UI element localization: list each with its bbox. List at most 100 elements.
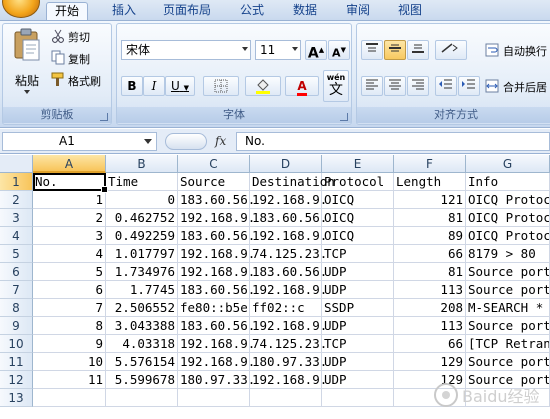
- shrink-font-button[interactable]: A▼: [328, 40, 350, 60]
- cell-destination[interactable]: 180.97.33.: [250, 353, 327, 371]
- column-header-g[interactable]: G: [466, 155, 550, 173]
- cell-protocol[interactable]: UDP: [322, 371, 394, 389]
- cell-no[interactable]: 6: [33, 281, 106, 299]
- insert-function-icon[interactable]: fx: [215, 134, 226, 148]
- column-header-e[interactable]: E: [322, 155, 394, 173]
- row-header-7[interactable]: 7: [0, 281, 33, 299]
- cell-length[interactable]: 113: [394, 281, 466, 299]
- cell-length[interactable]: 121: [394, 191, 466, 209]
- cell-no[interactable]: 11: [33, 371, 106, 389]
- cell-protocol[interactable]: Protocol: [322, 173, 394, 191]
- cell-destination[interactable]: 192.168.9.: [250, 317, 327, 335]
- cell-protocol[interactable]: UDP: [322, 263, 394, 281]
- column-header-d[interactable]: D: [250, 155, 322, 173]
- cell-info[interactable]: Source port: [466, 263, 550, 281]
- cell-destination[interactable]: 192.168.9.: [250, 371, 327, 389]
- cell-protocol[interactable]: OICQ: [322, 191, 394, 209]
- cell-no[interactable]: 10: [33, 353, 106, 371]
- clipboard-dialog-launcher[interactable]: [100, 113, 108, 121]
- cell-info[interactable]: OICQ Protocol: [466, 191, 550, 209]
- cell-info[interactable]: Source port: [466, 317, 550, 335]
- cell-time[interactable]: 1.017797: [106, 245, 178, 263]
- cell-time[interactable]: 0.492259: [106, 227, 178, 245]
- align-middle-button[interactable]: [384, 40, 406, 60]
- cell-destination[interactable]: Destination: [250, 173, 335, 191]
- align-right-button[interactable]: [407, 76, 429, 96]
- cell-info[interactable]: OICQ Protocol: [466, 209, 550, 227]
- select-all-button[interactable]: [0, 155, 33, 173]
- cell-source[interactable]: 183.60.56.: [178, 281, 255, 299]
- name-box[interactable]: A1: [2, 132, 157, 151]
- tab-insert[interactable]: 插入: [104, 2, 144, 20]
- cell-protocol[interactable]: UDP: [322, 281, 394, 299]
- italic-button[interactable]: I: [143, 76, 165, 96]
- cell-time[interactable]: Time: [106, 173, 178, 191]
- cell-length[interactable]: 66: [394, 335, 466, 353]
- cell-source[interactable]: 180.97.33.: [178, 371, 255, 389]
- cell-info[interactable]: [TCP Retrans: [466, 335, 550, 353]
- cell-length[interactable]: 81: [394, 209, 466, 227]
- row-header-1[interactable]: 1: [0, 173, 33, 191]
- cell-time[interactable]: 3.043388: [106, 317, 178, 335]
- cell-no[interactable]: 3: [33, 227, 106, 245]
- formula-input[interactable]: No.: [236, 132, 550, 151]
- cell-protocol[interactable]: SSDP: [322, 299, 394, 317]
- decrease-indent-button[interactable]: [435, 76, 457, 96]
- cell-time[interactable]: 2.506552: [106, 299, 178, 317]
- cell-destination[interactable]: 183.60.56.: [250, 263, 327, 281]
- merge-center-button[interactable]: 合并后居: [485, 78, 550, 96]
- cell-source[interactable]: 192.168.9.: [178, 209, 255, 227]
- cell-time[interactable]: 4.03318: [106, 335, 178, 353]
- cell-source[interactable]: 183.60.56.: [178, 317, 255, 335]
- cell-length[interactable]: 113: [394, 317, 466, 335]
- cell-length[interactable]: 81: [394, 263, 466, 281]
- cell-no[interactable]: 8: [33, 317, 106, 335]
- grow-font-button[interactable]: A▲: [305, 40, 327, 62]
- font-color-button[interactable]: A: [285, 76, 319, 96]
- cell-no[interactable]: 1: [33, 191, 106, 209]
- cell-protocol[interactable]: [322, 389, 394, 407]
- cell-source[interactable]: 183.60.56.: [178, 191, 255, 209]
- cell-info[interactable]: Source port: [466, 353, 550, 371]
- align-left-button[interactable]: [361, 76, 383, 96]
- row-header-5[interactable]: 5: [0, 245, 33, 263]
- tab-view[interactable]: 视图: [390, 2, 430, 20]
- borders-button[interactable]: [203, 76, 239, 96]
- column-header-c[interactable]: C: [178, 155, 250, 173]
- cell-protocol[interactable]: TCP: [322, 335, 394, 353]
- cell-no[interactable]: 7: [33, 299, 106, 317]
- cell-length[interactable]: 66: [394, 245, 466, 263]
- cell-destination[interactable]: 192.168.9.: [250, 227, 327, 245]
- cell-destination[interactable]: 183.60.56.: [250, 209, 327, 227]
- phonetic-guide-button[interactable]: wén 文: [323, 70, 349, 102]
- cell-protocol[interactable]: UDP: [322, 317, 394, 335]
- cell-time[interactable]: [106, 389, 178, 407]
- cell-time[interactable]: 0.462752: [106, 209, 178, 227]
- cell-info[interactable]: M-SEARCH *: [466, 299, 550, 317]
- tab-formulas[interactable]: 公式: [232, 2, 272, 20]
- row-header-4[interactable]: 4: [0, 227, 33, 245]
- row-header-9[interactable]: 9: [0, 317, 33, 335]
- cell-time[interactable]: 5.599678: [106, 371, 178, 389]
- orientation-button[interactable]: [435, 40, 467, 60]
- tab-page-layout[interactable]: 页面布局: [155, 2, 219, 20]
- cell-time[interactable]: 5.576154: [106, 353, 178, 371]
- cell-no[interactable]: 9: [33, 335, 106, 353]
- cell-info[interactable]: 8179 > 80: [466, 245, 550, 263]
- cell-destination[interactable]: 74.125.23.: [250, 335, 327, 353]
- office-button[interactable]: [2, 0, 40, 18]
- increase-indent-button[interactable]: [458, 76, 480, 96]
- align-top-button[interactable]: [361, 40, 383, 60]
- row-header-13[interactable]: 13: [0, 389, 33, 407]
- tab-review[interactable]: 审阅: [338, 2, 378, 20]
- cell-length[interactable]: 208: [394, 299, 466, 317]
- cell-protocol[interactable]: OICQ: [322, 227, 394, 245]
- row-header-8[interactable]: 8: [0, 299, 33, 317]
- cell-protocol[interactable]: TCP: [322, 245, 394, 263]
- cell-source[interactable]: 183.60.56.: [178, 227, 255, 245]
- cut-button[interactable]: 剪切: [51, 28, 109, 46]
- column-header-f[interactable]: F: [394, 155, 466, 173]
- cell-time[interactable]: 1.7745: [106, 281, 178, 299]
- column-header-b[interactable]: B: [106, 155, 178, 173]
- cell-source[interactable]: 192.168.9.: [178, 335, 255, 353]
